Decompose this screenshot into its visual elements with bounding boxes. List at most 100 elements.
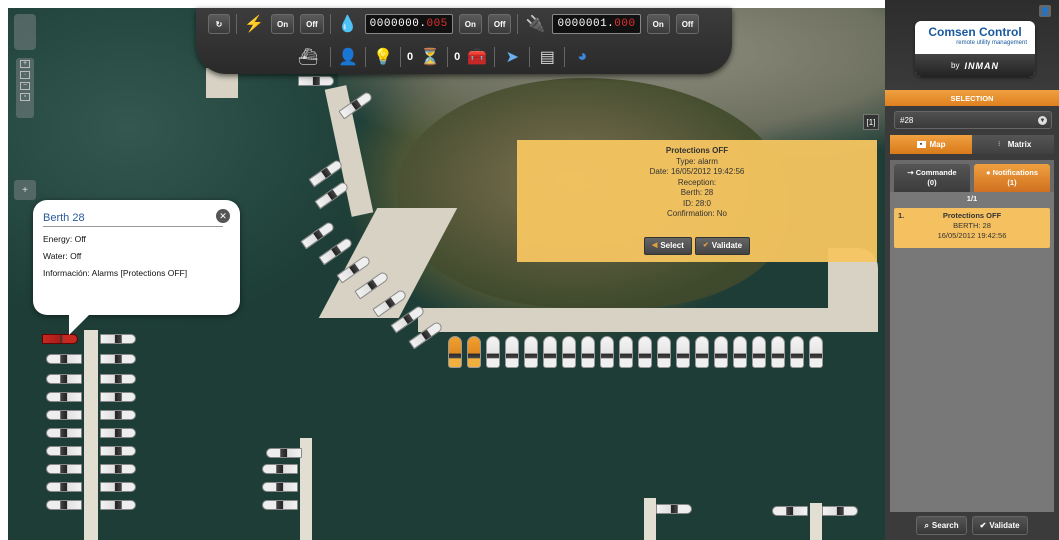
tab-notifications[interactable]: ● Notifications (1) xyxy=(974,164,1050,192)
boat[interactable] xyxy=(562,336,576,368)
logo-by-text: by xyxy=(951,61,960,70)
boat[interactable] xyxy=(100,464,136,474)
boat[interactable] xyxy=(100,334,136,344)
zoom-control[interactable]: + · − ▫ xyxy=(16,58,34,118)
all-off-button[interactable]: Off xyxy=(300,14,324,34)
boat[interactable] xyxy=(100,500,136,510)
boat[interactable] xyxy=(752,336,766,368)
map-overview-button[interactable]: [1] xyxy=(863,114,879,130)
boat[interactable] xyxy=(695,336,709,368)
boat[interactable] xyxy=(467,336,481,368)
boat[interactable] xyxy=(505,336,519,368)
selection-dropdown[interactable]: #28 ▼ xyxy=(894,111,1052,129)
comsen-logo: Comsen Control remote utility management… xyxy=(915,21,1035,77)
boat[interactable] xyxy=(262,500,298,510)
boat[interactable] xyxy=(46,354,82,364)
boat[interactable] xyxy=(46,392,82,402)
boat[interactable] xyxy=(524,336,538,368)
boat[interactable] xyxy=(100,410,136,420)
pan-control[interactable] xyxy=(14,14,36,50)
boat[interactable] xyxy=(581,336,595,368)
lightbulb-icon[interactable]: 💡 xyxy=(372,46,394,68)
select-button[interactable]: ◀ Select xyxy=(643,237,692,255)
water-off-button[interactable]: Off xyxy=(487,14,512,34)
document-icon[interactable]: ▤ xyxy=(536,46,558,68)
refresh-button[interactable]: ↻ xyxy=(208,14,230,34)
tab-notifications-count: (1) xyxy=(1007,178,1017,187)
boat[interactable] xyxy=(100,354,136,364)
boat[interactable] xyxy=(809,336,823,368)
water-on-button[interactable]: On xyxy=(458,14,482,34)
boat[interactable] xyxy=(100,374,136,384)
boat[interactable] xyxy=(733,336,747,368)
boat[interactable] xyxy=(771,336,785,368)
pie-chart-icon[interactable]: ◕ xyxy=(571,46,593,68)
divider xyxy=(329,14,331,34)
tab-map-label: Map xyxy=(929,140,946,149)
refresh-icon: ↻ xyxy=(215,19,223,29)
boat[interactable] xyxy=(656,504,692,514)
expand-icon[interactable]: + xyxy=(14,180,36,200)
view-tabs: ▪ Map ⁝ Matrix xyxy=(890,135,1054,154)
boat[interactable] xyxy=(100,482,136,492)
user-icon[interactable]: 👤 xyxy=(337,46,359,68)
all-on-button[interactable]: On xyxy=(271,14,295,34)
boat[interactable] xyxy=(486,336,500,368)
boat[interactable] xyxy=(262,482,298,492)
energy-counter-decimal: 000 xyxy=(614,18,636,30)
zoom-out-icon[interactable]: − xyxy=(20,82,30,90)
boat[interactable] xyxy=(46,500,82,510)
user-icon[interactable]: 👤 xyxy=(1039,5,1051,17)
boat[interactable] xyxy=(46,374,82,384)
boat[interactable] xyxy=(298,76,334,86)
boat[interactable] xyxy=(46,464,82,474)
boat-icon[interactable]: ⛴ xyxy=(292,46,324,68)
boat[interactable] xyxy=(314,180,350,210)
logo-sub: remote utility management xyxy=(956,40,1027,46)
boat[interactable] xyxy=(100,392,136,402)
zoom-in-icon[interactable]: + xyxy=(20,60,30,68)
boat[interactable] xyxy=(714,336,728,368)
validate-button[interactable]: ✔ Validate xyxy=(694,237,751,255)
plug-status-icon[interactable]: ⚡ xyxy=(243,13,265,35)
boat[interactable] xyxy=(638,336,652,368)
boat[interactable] xyxy=(46,410,82,420)
notification-item[interactable]: 1. Protections OFF BERTH: 28 16/05/2012 … xyxy=(894,208,1050,248)
tab-commands[interactable]: ⇢ Commande (0) xyxy=(894,164,970,192)
boat[interactable] xyxy=(790,336,804,368)
energy-on-button[interactable]: On xyxy=(646,14,670,34)
boat[interactable] xyxy=(600,336,614,368)
boat[interactable] xyxy=(619,336,633,368)
boat[interactable] xyxy=(657,336,671,368)
alarm-type: Type: alarm xyxy=(676,156,718,166)
boat[interactable] xyxy=(266,448,302,458)
right-panel: 👤 Comsen Control remote utility manageme… xyxy=(885,0,1059,540)
boat[interactable] xyxy=(772,506,808,516)
notifications-icon: ● xyxy=(985,168,993,177)
tab-matrix[interactable]: ⁝ Matrix xyxy=(972,135,1054,154)
search-button[interactable]: ⌕ Search xyxy=(916,516,967,535)
boat[interactable] xyxy=(676,336,690,368)
boat[interactable] xyxy=(46,482,82,492)
boat[interactable] xyxy=(448,336,462,368)
close-icon[interactable]: ✕ xyxy=(216,209,230,223)
boat[interactable] xyxy=(100,446,136,456)
boat[interactable] xyxy=(46,446,82,456)
boat[interactable] xyxy=(46,428,82,438)
boat[interactable] xyxy=(822,506,858,516)
alarm-icon[interactable]: ⏳ xyxy=(419,46,441,68)
boat[interactable] xyxy=(300,220,336,250)
map-icon: ▪ xyxy=(916,141,926,148)
divider xyxy=(400,47,401,67)
boat-selected-berth-28[interactable] xyxy=(42,334,78,344)
boat[interactable] xyxy=(262,464,298,474)
validate-all-button[interactable]: ✔ Validate xyxy=(971,516,1028,535)
tab-map[interactable]: ▪ Map xyxy=(890,135,972,154)
cursor-icon[interactable]: ➤ xyxy=(501,46,523,68)
briefcase-icon[interactable]: 🧰 xyxy=(466,46,488,68)
boat[interactable] xyxy=(100,428,136,438)
zoom-extent-icon[interactable]: ▫ xyxy=(20,93,30,101)
zoom-level-icon[interactable]: · xyxy=(20,71,30,79)
boat[interactable] xyxy=(543,336,557,368)
energy-off-button[interactable]: Off xyxy=(675,14,700,34)
